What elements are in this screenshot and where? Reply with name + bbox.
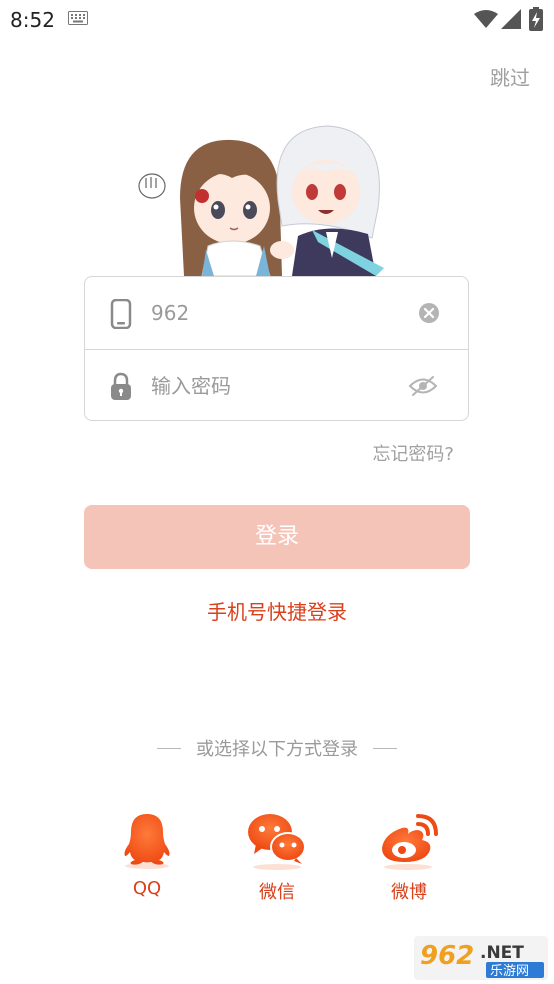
phone-icon (110, 299, 132, 329)
wifi-icon (474, 10, 498, 28)
signal-icon (501, 9, 521, 29)
962-net-watermark: 962 .NET 乐游网 (414, 936, 548, 980)
phone-row (85, 277, 468, 350)
clear-icon[interactable] (418, 302, 440, 324)
alt-login-title: 或选择以下方式登录 (196, 739, 358, 760)
wechat-label: 微信 (259, 882, 295, 903)
password-input[interactable] (151, 370, 401, 402)
status-time: 8:52 (10, 8, 55, 32)
watermark-suffix: .NET (480, 943, 524, 963)
anime-couple-illustration (138, 125, 384, 276)
password-row (85, 350, 468, 422)
lock-icon (111, 372, 131, 400)
skip-link[interactable]: 跳过 (490, 62, 530, 91)
watermark-subtitle: 乐游网 (490, 964, 529, 979)
login-form (84, 276, 469, 421)
battery-charging-icon (529, 7, 543, 31)
qq-icon (124, 814, 170, 869)
divider-line-right (373, 747, 398, 749)
qq-login-button[interactable]: QQ (102, 810, 192, 899)
wechat-login-button[interactable]: 微信 (232, 810, 322, 904)
weibo-icon (382, 814, 438, 870)
status-bar: 8:52 (0, 0, 554, 40)
weibo-label: 微博 (391, 882, 427, 903)
forgot-password-link[interactable]: 忘记密码? (372, 440, 454, 466)
phone-quick-login-link[interactable]: 手机号快捷登录 (0, 596, 554, 625)
alt-login-divider: 或选择以下方式登录 (0, 735, 554, 760)
weibo-login-button[interactable]: 微博 (364, 810, 454, 904)
wechat-icon (248, 814, 306, 870)
qq-label: QQ (132, 878, 162, 899)
eye-hidden-icon[interactable] (408, 376, 438, 396)
phone-input[interactable] (151, 297, 401, 329)
watermark-number: 962 (420, 941, 474, 971)
login-button[interactable]: 登录 (84, 505, 470, 569)
keyboard-icon (68, 11, 88, 25)
divider-line-left (156, 747, 181, 749)
